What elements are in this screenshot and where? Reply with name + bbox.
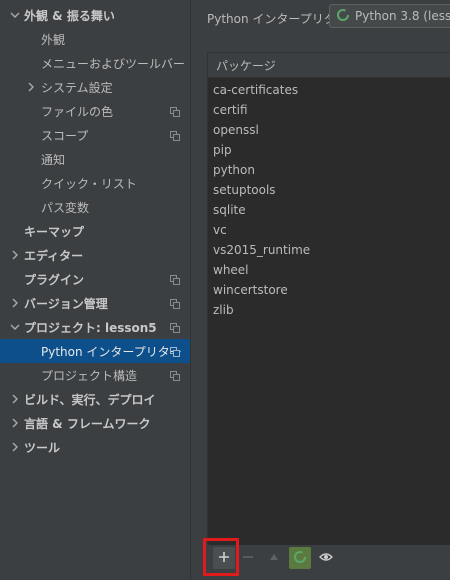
sidebar-item-label: メニューおよびツールバー <box>41 56 186 71</box>
settings-sidebar: 外観 & 振る舞い 外観 メニューおよびツールバー システム設定 ファイルの色 … <box>0 0 190 580</box>
table-row[interactable]: ca-certificates <box>213 80 298 100</box>
chevron-down-icon[interactable] <box>10 322 20 332</box>
sidebar-item-file-colors[interactable]: ファイルの色 <box>0 99 190 123</box>
sidebar-item-label: ビルド、実行、デプロイ <box>24 392 156 407</box>
sidebar-item-quick-lists[interactable]: クイック・リスト <box>0 171 190 195</box>
project-scope-icon <box>170 298 180 309</box>
show-early-releases-button[interactable] <box>315 547 337 569</box>
package-table: パッケージ ca-certificates certifi openssl pi… <box>207 52 450 546</box>
sidebar-item-plugins[interactable]: プラグイン <box>0 267 190 291</box>
interpreter-selected-value: Python 3.8 (lesson <box>355 9 450 23</box>
sidebar-item-label: プラグイン <box>24 272 85 287</box>
sidebar-item-scopes[interactable]: スコープ <box>0 123 190 147</box>
sidebar-item-menus-toolbars[interactable]: メニューおよびツールバー <box>0 51 190 75</box>
sidebar-item-label: プロジェクト: lesson5 <box>24 320 157 335</box>
table-row[interactable]: sqlite <box>213 200 246 220</box>
sidebar-item-label: キーマップ <box>24 224 85 239</box>
sidebar-item-label: システム設定 <box>41 80 113 95</box>
chevron-right-icon[interactable] <box>10 250 20 260</box>
table-row[interactable]: zlib <box>213 300 234 320</box>
sidebar-item-label: バージョン管理 <box>24 296 108 311</box>
conda-ring-icon <box>336 8 350 25</box>
sidebar-item-build-execution-deployment[interactable]: ビルド、実行、デプロイ <box>0 387 190 411</box>
sidebar-item-label: ツール <box>24 440 61 455</box>
sidebar-item-python-interpreter[interactable]: Python インタープリター <box>0 339 190 363</box>
chevron-right-icon[interactable] <box>26 82 36 92</box>
project-scope-icon <box>170 274 180 285</box>
highlight-annotation <box>203 538 239 576</box>
table-row[interactable]: certifi <box>213 100 248 120</box>
up-arrow-icon <box>268 551 280 566</box>
table-row[interactable]: setuptools <box>213 180 276 200</box>
table-row[interactable]: pip <box>213 140 232 160</box>
chevron-right-icon[interactable] <box>10 394 20 404</box>
sidebar-item-tools[interactable]: ツール <box>0 435 190 459</box>
sidebar-item-label: ファイルの色 <box>41 104 114 119</box>
project-scope-icon <box>170 346 180 357</box>
sidebar-item-label: 外観 & 振る舞い <box>24 8 115 23</box>
table-row[interactable]: wheel <box>213 260 249 280</box>
sidebar-item-label: Python インタープリター <box>41 344 182 359</box>
sidebar-item-path-variables[interactable]: パス変数 <box>0 195 190 219</box>
remove-package-button[interactable] <box>237 547 259 569</box>
sidebar-item-label: 外観 <box>41 32 66 47</box>
sidebar-item-label: エディター <box>24 248 84 263</box>
project-scope-icon <box>170 322 180 333</box>
project-scope-icon <box>170 130 180 141</box>
sidebar-item-notifications[interactable]: 通知 <box>0 147 190 171</box>
package-toolbar <box>207 545 450 571</box>
table-row[interactable]: vc <box>213 220 227 240</box>
interpreter-dropdown[interactable]: Python 3.8 (lesson <box>329 4 450 28</box>
sidebar-item-label: プロジェクト構造 <box>41 368 138 383</box>
sidebar-item-keymap[interactable]: キーマップ <box>0 219 190 243</box>
table-row[interactable]: openssl <box>213 120 259 140</box>
sidebar-item-languages-frameworks[interactable]: 言語 & フレームワーク <box>0 411 190 435</box>
sidebar-item-label: パス変数 <box>41 200 90 215</box>
chevron-right-icon[interactable] <box>10 442 20 452</box>
sidebar-item-label: クイック・リスト <box>41 176 137 191</box>
sidebar-divider <box>190 0 191 580</box>
conda-ring-icon <box>293 550 307 567</box>
upgrade-package-button[interactable] <box>263 547 285 569</box>
sidebar-item-system-settings[interactable]: システム設定 <box>0 75 190 99</box>
project-scope-icon <box>170 370 180 381</box>
chevron-down-icon[interactable] <box>10 10 20 20</box>
sidebar-item-version-control[interactable]: バージョン管理 <box>0 291 190 315</box>
sidebar-item-label: 言語 & フレームワーク <box>24 416 151 431</box>
use-conda-toggle[interactable] <box>289 547 311 569</box>
chevron-right-icon[interactable] <box>10 418 20 428</box>
table-row[interactable]: python <box>213 160 255 180</box>
sidebar-item-appearance-behavior[interactable]: 外観 & 振る舞い <box>0 3 190 27</box>
sidebar-item-label: スコープ <box>41 128 89 143</box>
sidebar-item-appearance[interactable]: 外観 <box>0 27 190 51</box>
project-scope-icon <box>170 106 180 117</box>
package-column-header[interactable]: パッケージ <box>208 53 450 78</box>
minus-icon <box>242 551 254 566</box>
sidebar-item-project[interactable]: プロジェクト: lesson5 <box>0 315 190 339</box>
sidebar-item-project-structure[interactable]: プロジェクト構造 <box>0 363 190 387</box>
eye-icon <box>319 551 333 565</box>
sidebar-item-editor[interactable]: エディター <box>0 243 190 267</box>
table-row[interactable]: wincertstore <box>213 280 288 300</box>
chevron-right-icon[interactable] <box>10 298 20 308</box>
table-row[interactable]: vs2015_runtime <box>213 240 310 260</box>
sidebar-item-label: 通知 <box>41 152 66 167</box>
